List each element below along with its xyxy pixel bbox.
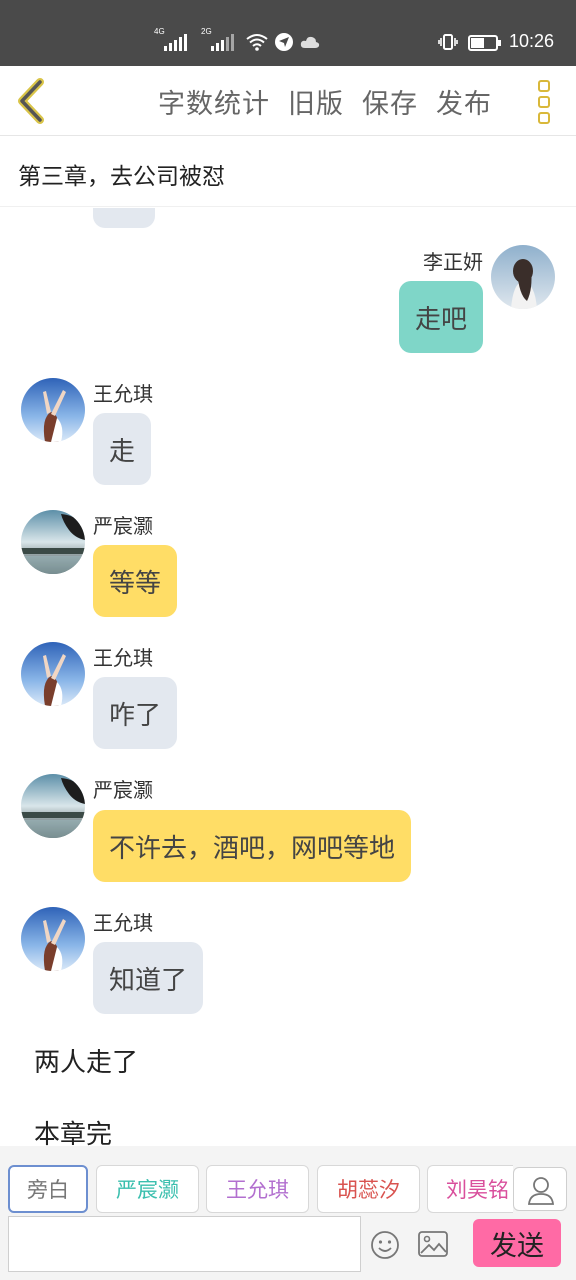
save-button[interactable]: 保存 (362, 82, 418, 121)
emoji-icon[interactable] (370, 1230, 400, 1260)
message-bubble-partial (93, 208, 155, 228)
sender-name: 王允琪 (93, 646, 153, 670)
message-input[interactable] (8, 1216, 361, 1272)
composer: 发送 (0, 1214, 576, 1280)
avatar-girl-image (491, 245, 555, 309)
wifi-icon (246, 34, 268, 51)
clock: 10:26 (508, 31, 554, 51)
network-type-2-label: 2G (201, 27, 212, 36)
cell-signal-icon: 4G (154, 27, 187, 51)
sender-name: 李正妍 (423, 250, 483, 274)
toolbar-actions: 字数统计 旧版 保存 发布 (158, 82, 492, 121)
word-count-button[interactable]: 字数统计 (158, 82, 270, 121)
character-chip[interactable]: 王允琪 (206, 1165, 309, 1213)
user-icon (528, 1177, 554, 1205)
send-button[interactable]: 发送 (473, 1219, 561, 1267)
message-bubble[interactable]: 不许去，酒吧，网吧等地 (93, 810, 412, 882)
avatar-landscape-image (21, 774, 85, 838)
character-chip-narrator[interactable]: 旁白 (8, 1165, 88, 1213)
message-bubble[interactable]: 走 (93, 413, 152, 485)
avatar-raised-arms-image (21, 642, 85, 706)
chapter-title: 第三章，去公司被怼 (18, 164, 225, 190)
avatar[interactable] (21, 907, 85, 971)
more-dot-icon (538, 112, 550, 124)
avatar[interactable] (21, 378, 85, 442)
character-chip[interactable]: 刘昊铭 (427, 1165, 513, 1213)
image-icon[interactable] (418, 1230, 448, 1258)
back-button[interactable] (12, 78, 52, 124)
character-chip[interactable]: 严宸灏 (96, 1165, 199, 1213)
message-bubble[interactable]: 知道了 (93, 942, 204, 1014)
sender-name: 严宸灏 (93, 778, 153, 802)
message-bubble[interactable]: 咋了 (93, 677, 178, 749)
avatar[interactable] (21, 642, 85, 706)
status-icons: 4G 2G (154, 27, 320, 54)
more-dot-icon (538, 96, 550, 108)
chevron-left-icon (18, 78, 44, 124)
avatar[interactable] (21, 510, 85, 574)
status-bar: 4G 2G 10:26 (0, 0, 576, 66)
more-menu-button[interactable] (533, 80, 555, 124)
narration-text[interactable]: 两人走了 (34, 1042, 138, 1079)
narration-text[interactable]: 本章完 (34, 1114, 112, 1146)
chapter-title-bar[interactable]: 第三章，去公司被怼 (0, 137, 576, 207)
vibrate-icon (438, 34, 458, 50)
avatar[interactable] (491, 245, 555, 309)
editor-toolbar: 字数统计 旧版 保存 发布 (0, 66, 576, 136)
publish-button[interactable]: 发布 (436, 82, 492, 121)
chat-area[interactable]: 李正妍 走吧 王允琪 走 严宸灏 等等 王允琪 咋了 严宸灏 不许去，酒吧，网吧… (0, 208, 576, 1146)
character-selector: 旁白 严宸灏 王允琪 胡蕊汐 刘昊铭 (0, 1146, 576, 1214)
avatar-landscape-image (21, 510, 85, 574)
character-chip[interactable]: 胡蕊汐 (317, 1165, 420, 1213)
battery-level (471, 38, 485, 48)
more-dot-icon (538, 80, 550, 92)
sender-name: 王允琪 (93, 382, 153, 406)
avatar-raised-arms-image (21, 378, 85, 442)
network-type-label: 4G (154, 27, 165, 36)
avatar[interactable] (21, 774, 85, 838)
old-version-button[interactable]: 旧版 (288, 82, 344, 121)
add-character-button[interactable] (513, 1167, 567, 1211)
battery-icon (468, 35, 501, 51)
avatar-raised-arms-image (21, 907, 85, 971)
cloud-icon (300, 36, 320, 48)
message-bubble[interactable]: 走吧 (398, 281, 483, 353)
cell-signal-2-icon: 2G (201, 27, 234, 51)
message-bubble[interactable]: 等等 (93, 545, 178, 617)
sender-name: 严宸灏 (93, 514, 153, 538)
sender-name: 王允琪 (93, 911, 153, 935)
navigation-icon (275, 33, 293, 51)
